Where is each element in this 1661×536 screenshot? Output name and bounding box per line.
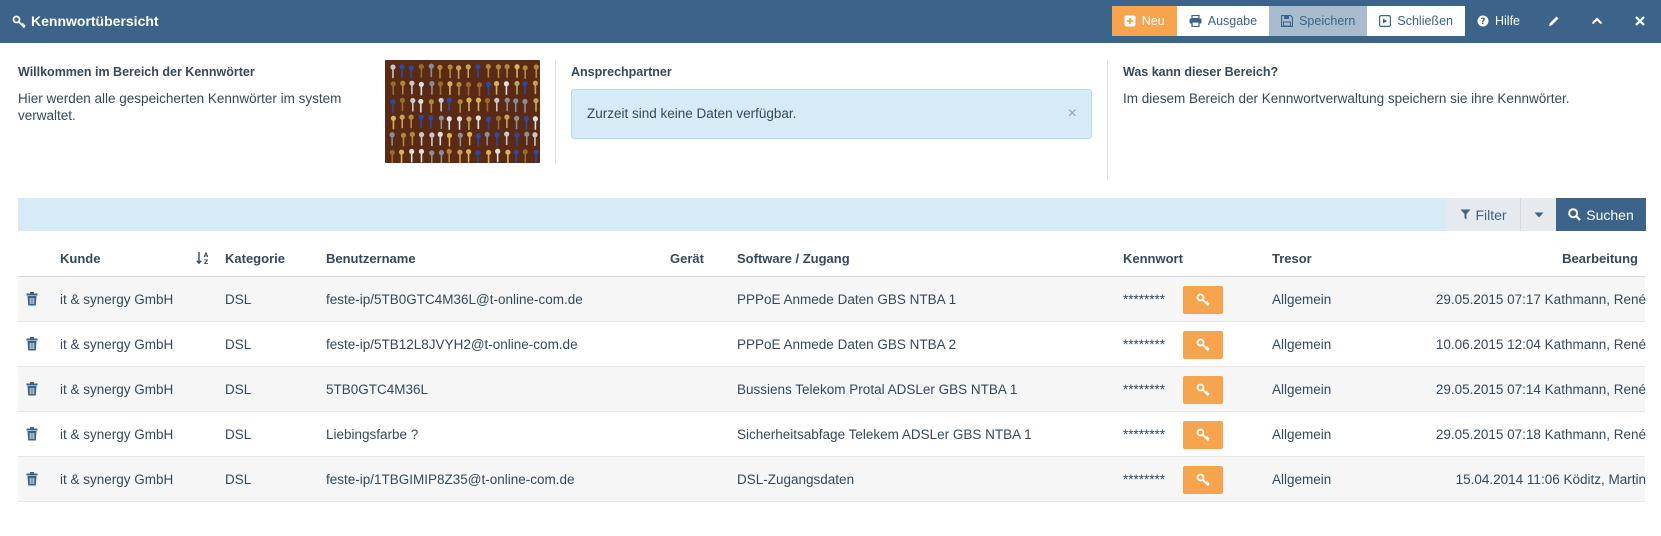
svg-text:A: A [204, 252, 209, 259]
cell-kategorie: DSL [225, 292, 252, 307]
column-header-benutzername[interactable]: Benutzername [326, 251, 416, 266]
table-row[interactable]: it & synergy GmbH DSL feste-ip/1TBGIMIP8… [18, 457, 1646, 502]
filter-button-label: Filter [1475, 206, 1507, 223]
no-data-alert-text: Zurzeit sind keine Daten verfügbar. [587, 106, 797, 121]
column-header-software[interactable]: Software / Zugang [737, 251, 850, 266]
page-title: Kennwortübersicht [31, 13, 159, 29]
cell-kategorie: DSL [225, 427, 252, 442]
page-title-wrap: Kennwortübersicht [12, 0, 159, 43]
cell-kunde: it & synergy GmbH [60, 292, 174, 307]
trash-icon[interactable] [26, 382, 40, 396]
keys-image [385, 60, 540, 163]
column-header-kunde[interactable]: Kunde [60, 251, 100, 266]
cell-bearbeitung: 29.05.2015 07:18 Kathmann, René [1435, 427, 1646, 442]
trash-icon[interactable] [26, 472, 40, 486]
toolbar: Neu Ausgabe Speichern Schließen ? Hilfe [1111, 6, 1661, 36]
funnel-icon [1460, 209, 1471, 220]
svg-text:Z: Z [204, 259, 209, 265]
table-row[interactable]: it & synergy GmbH DSL feste-ip/5TB12L8JV… [18, 322, 1646, 367]
column-header-kategorie[interactable]: Kategorie [225, 251, 285, 266]
table-row[interactable]: it & synergy GmbH DSL 5TB0GTC4M36L Bussi… [18, 367, 1646, 412]
search-button-label: Suchen [1586, 206, 1634, 223]
cell-bearbeitung: 29.05.2015 07:14 Kathmann, René [1435, 382, 1646, 397]
print-button[interactable]: Ausgabe [1176, 6, 1270, 36]
panel-divider-1 [555, 60, 556, 164]
plus-square-icon [1124, 15, 1136, 27]
column-header-tresor[interactable]: Tresor [1272, 251, 1312, 266]
print-icon [1189, 15, 1202, 27]
search-icon [1568, 208, 1582, 221]
save-button[interactable]: Speichern [1269, 6, 1368, 36]
trash-icon[interactable] [26, 337, 40, 351]
save-button-label: Speichern [1299, 14, 1356, 28]
column-header-kennwort[interactable]: Kennwort [1123, 251, 1183, 266]
sort-alpha-icon[interactable]: AZ [196, 251, 210, 268]
cell-kategorie: DSL [225, 337, 252, 352]
about-text: Im diesem Bereich der Kennwortverwaltung… [1123, 91, 1570, 106]
help-button[interactable]: ? Hilfe [1465, 6, 1532, 36]
filter-bar [18, 198, 1645, 231]
trash-icon[interactable] [26, 292, 40, 306]
table-row[interactable]: it & synergy GmbH DSL Liebingsfarbe ? Si… [18, 412, 1646, 457]
close-icon [1634, 16, 1645, 26]
search-button[interactable]: Suchen [1556, 198, 1646, 231]
cell-kunde: it & synergy GmbH [60, 337, 174, 352]
cell-bearbeitung: 10.06.2015 12:04 Kathmann, René [1435, 337, 1646, 352]
caret-down-icon [1534, 212, 1544, 218]
edit-button[interactable] [1532, 6, 1575, 36]
cell-bearbeitung: 29.05.2015 07:17 Kathmann, René [1435, 292, 1646, 307]
welcome-text: Hier werden alle gespeicherten Kennwörte… [18, 91, 342, 123]
key-icon [12, 15, 26, 29]
no-data-alert: Zurzeit sind keine Daten verfügbar. × [571, 89, 1092, 139]
collapse-button[interactable] [1575, 6, 1618, 36]
filter-button[interactable]: Filter [1447, 198, 1520, 231]
close-view-button-label: Schließen [1397, 14, 1453, 28]
cell-benutzername: Liebingsfarbe ? [326, 427, 419, 442]
close-view-button[interactable]: Schließen [1367, 6, 1465, 36]
new-button-label: Neu [1141, 14, 1165, 28]
welcome-title: Willkommen im Bereich der Kennwörter [18, 65, 255, 79]
cell-kategorie: DSL [225, 472, 252, 487]
close-button[interactable] [1618, 6, 1661, 36]
svg-text:?: ? [1481, 17, 1486, 27]
filter-dropdown-toggle[interactable] [1520, 198, 1556, 231]
header-bar: Kennwortübersicht Neu Ausgabe Speichern … [0, 0, 1661, 43]
table-row[interactable]: it & synergy GmbH DSL feste-ip/5TB0GTC4M… [18, 277, 1646, 322]
panel-divider-2 [1107, 60, 1108, 180]
exit-icon [1379, 15, 1392, 27]
pencil-icon [1548, 15, 1560, 27]
cell-kunde: it & synergy GmbH [60, 472, 174, 487]
question-circle-icon: ? [1477, 15, 1489, 27]
trash-icon[interactable] [26, 427, 40, 441]
column-header-bearbeitung[interactable]: Bearbeitung [1450, 251, 1638, 266]
cell-kunde: it & synergy GmbH [60, 427, 174, 442]
cell-bearbeitung: 15.04.2014 11:06 Köditz, Martin [1455, 472, 1646, 487]
column-header-geraet[interactable]: Gerät [670, 251, 704, 266]
chevron-up-icon [1591, 16, 1603, 26]
cell-kategorie: DSL [225, 382, 252, 397]
new-button[interactable]: Neu [1111, 6, 1177, 36]
floppy-icon [1281, 15, 1294, 27]
alert-close-icon[interactable]: × [1068, 90, 1077, 138]
cell-kunde: it & synergy GmbH [60, 382, 174, 397]
about-title: Was kann dieser Bereich? [1123, 65, 1279, 79]
help-button-label: Hilfe [1494, 14, 1520, 28]
print-button-label: Ausgabe [1207, 14, 1258, 28]
contact-title: Ansprechpartner [571, 65, 672, 79]
